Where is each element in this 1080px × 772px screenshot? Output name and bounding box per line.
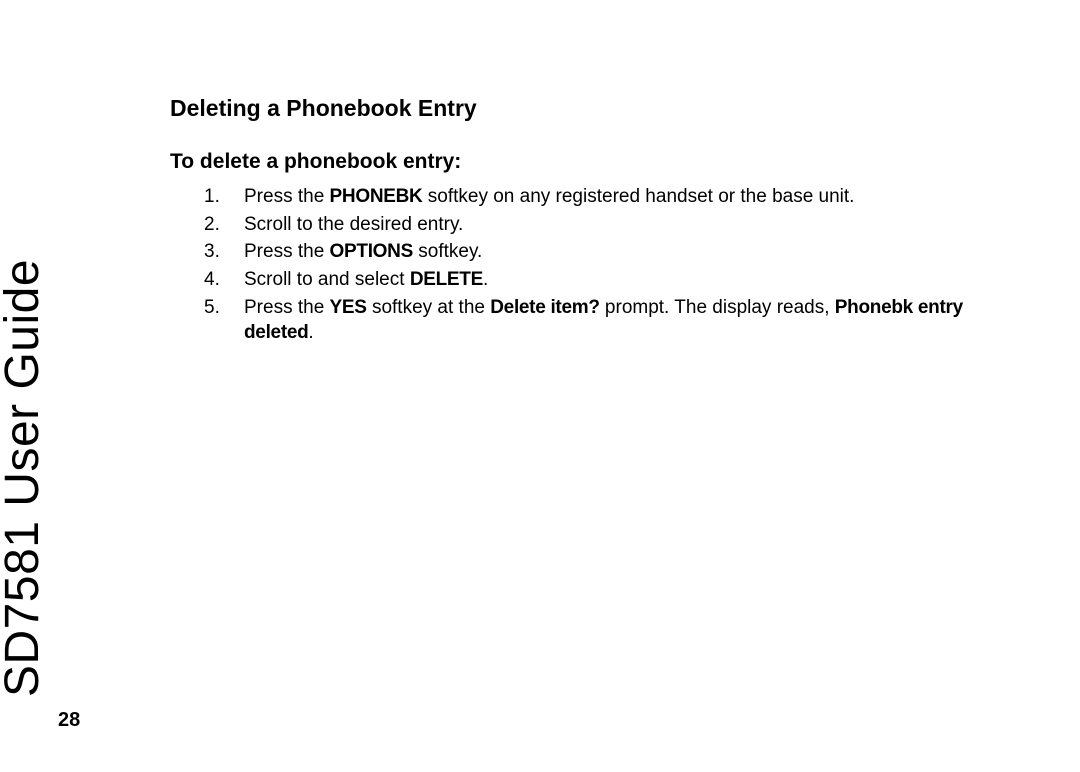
step-text: Press the [244, 297, 330, 318]
step-text: . [483, 269, 488, 290]
prompt-delete-item: Delete item? [490, 297, 599, 318]
step-text: Scroll to the desired entry. [244, 214, 463, 235]
step-4: Scroll to and select DELETE. [204, 267, 990, 293]
step-text: softkey at the [367, 297, 491, 318]
step-text: Press the [244, 186, 330, 207]
step-text: Press the [244, 241, 330, 262]
softkey-phonebk: PHONEBK [330, 186, 423, 207]
subsection-heading: To delete a phonebook entry: [170, 150, 990, 174]
page-number: 28 [58, 709, 80, 732]
step-5: Press the YES softkey at the Delete item… [204, 295, 990, 346]
steps-list: Press the PHONEBK softkey on any registe… [170, 184, 990, 346]
step-text: Scroll to and select [244, 269, 410, 290]
step-text: prompt. The display reads, [600, 297, 835, 318]
step-text: softkey. [413, 241, 482, 262]
softkey-delete: DELETE [410, 269, 483, 290]
step-2: Scroll to the desired entry. [204, 212, 990, 238]
step-text: softkey on any registered handset or the… [422, 186, 854, 207]
side-title: SD7581 User Guide [0, 259, 50, 697]
document-page: SD7581 User Guide 28 Deleting a Phoneboo… [0, 0, 1080, 772]
softkey-options: OPTIONS [330, 241, 413, 262]
step-3: Press the OPTIONS softkey. [204, 239, 990, 265]
softkey-yes: YES [330, 297, 367, 318]
section-heading: Deleting a Phonebook Entry [170, 95, 990, 122]
step-text: . [308, 322, 313, 343]
step-1: Press the PHONEBK softkey on any registe… [204, 184, 990, 210]
